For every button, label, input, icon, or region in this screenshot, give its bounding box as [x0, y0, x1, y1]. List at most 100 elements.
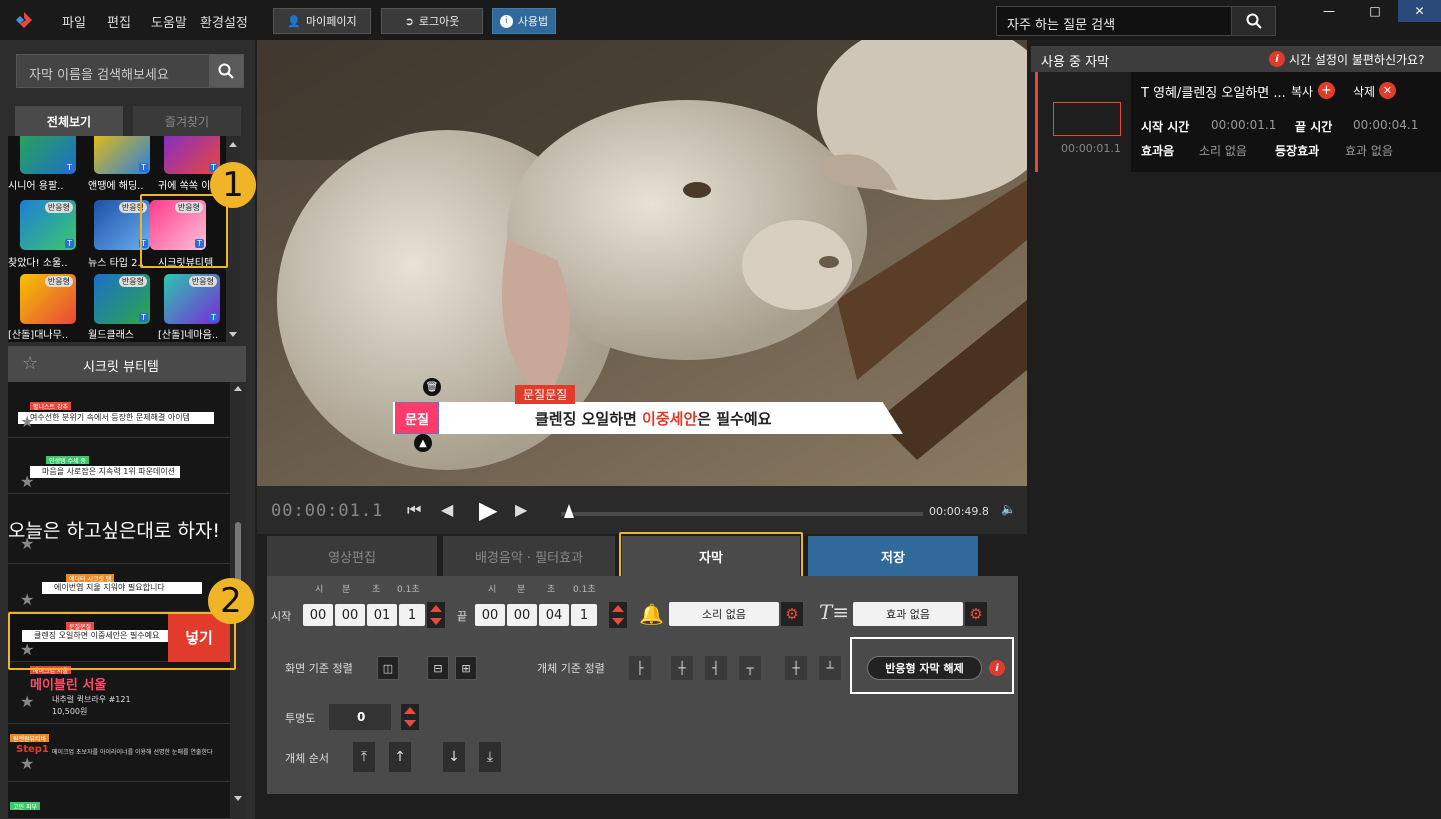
- entrance-effect-select[interactable]: 효과 없음: [853, 602, 963, 626]
- time-help-link[interactable]: 시간 설정이 불편하신가요?: [1289, 51, 1424, 68]
- scroll-up-arrow-icon[interactable]: [234, 386, 242, 391]
- align-center-h-icon[interactable]: ┼: [671, 656, 693, 680]
- used-subtitle-item[interactable]: 00:00:01.1 T 영혜/클렌징 오일하면 ... 복사 + 삭제 ✕ 시…: [1035, 72, 1441, 172]
- align-screen-center-icon[interactable]: ⊞: [455, 656, 477, 680]
- step-back-icon[interactable]: ◀: [441, 500, 453, 519]
- stepper-up-icon[interactable]: [430, 605, 442, 612]
- help-button[interactable]: i 사용법: [492, 8, 556, 34]
- start-hour-field[interactable]: 00: [303, 604, 333, 626]
- minimize-button[interactable]: —: [1306, 0, 1352, 22]
- send-backward-icon[interactable]: ↓: [443, 742, 465, 772]
- caption-logo[interactable]: 문질: [395, 402, 439, 434]
- star-icon[interactable]: ☆: [22, 353, 38, 374]
- tab-bgm-filter[interactable]: 배경음악 · 필터효과: [443, 536, 615, 576]
- opacity-field[interactable]: 0: [329, 704, 391, 730]
- menu-edit[interactable]: 편집: [107, 12, 131, 31]
- timeline-handle[interactable]: [564, 504, 574, 518]
- subtitle-search-input[interactable]: 자막 이름을 검색해보세요: [16, 54, 244, 88]
- template-thumb[interactable]: 반응형 T: [94, 274, 150, 324]
- stepper-up-icon[interactable]: [404, 707, 416, 714]
- stepper-down-icon[interactable]: [404, 720, 416, 727]
- scroll-down-arrow-icon[interactable]: [229, 332, 237, 337]
- menu-file[interactable]: 파일: [62, 12, 86, 31]
- align-screen-vertical-icon[interactable]: ⊟: [427, 656, 449, 680]
- mypage-button[interactable]: 👤 마이페이지: [273, 8, 371, 34]
- end-tenth-field[interactable]: 1: [571, 604, 597, 626]
- end-hour-field[interactable]: 00: [475, 604, 505, 626]
- menu-help[interactable]: 도움말: [151, 12, 187, 31]
- template-thumb[interactable]: 반응형 T: [20, 200, 76, 250]
- end-second-field[interactable]: 04: [539, 604, 569, 626]
- template-thumb[interactable]: T: [20, 136, 76, 174]
- align-top-icon[interactable]: ┬: [739, 656, 761, 680]
- effect-settings-gear-icon[interactable]: ⚙: [965, 602, 987, 626]
- stepper-down-icon[interactable]: [430, 618, 442, 625]
- maximize-button[interactable]: □: [1352, 0, 1398, 22]
- star-icon[interactable]: ★: [20, 590, 34, 609]
- align-middle-v-icon[interactable]: ┼: [785, 656, 807, 680]
- faq-search-input[interactable]: 자주 하는 질문 검색: [996, 6, 1276, 36]
- template-thumb[interactable]: T: [94, 136, 150, 174]
- flip-object-icon[interactable]: ▲: [414, 434, 432, 452]
- star-icon[interactable]: ★: [20, 692, 34, 711]
- stepper-down-icon[interactable]: [612, 618, 624, 625]
- sound-effect-select[interactable]: 소리 없음: [669, 602, 779, 626]
- template-thumb[interactable]: 반응형: [20, 274, 76, 324]
- tab-all[interactable]: 전체보기: [15, 106, 123, 136]
- scroll-down-arrow-icon[interactable]: [234, 796, 242, 801]
- bring-forward-icon[interactable]: ↑: [389, 742, 411, 772]
- sound-settings-gear-icon[interactable]: ⚙: [781, 602, 803, 626]
- align-bottom-icon[interactable]: ┴: [819, 656, 841, 680]
- tab-favorites[interactable]: 즐겨찾기: [133, 106, 241, 136]
- close-window-button[interactable]: ✕: [1398, 0, 1441, 22]
- template-thumb[interactable]: 반응형 T: [164, 274, 220, 324]
- video-preview[interactable]: 문질문질 클렌징 오일하면 이중세안은 필수예요 문질 🗑 ▲: [257, 40, 1027, 486]
- faq-search-button[interactable]: [1231, 7, 1275, 35]
- opacity-stepper[interactable]: [401, 704, 419, 730]
- align-right-icon[interactable]: ┤: [705, 656, 727, 680]
- skip-start-icon[interactable]: ⏮: [407, 500, 421, 520]
- start-time-stepper[interactable]: [427, 602, 445, 628]
- item-thumbnail[interactable]: [1053, 102, 1121, 136]
- scroll-up-arrow-icon[interactable]: [229, 142, 237, 147]
- star-icon[interactable]: ★: [20, 754, 34, 773]
- start-minute-field[interactable]: 00: [335, 604, 365, 626]
- list-item[interactable]: 에디터 시크릿 템 에이번엽 지울 지워야 필요합니다 ★: [8, 564, 230, 612]
- tab-save[interactable]: 저장: [808, 536, 978, 576]
- start-time-value[interactable]: 00:00:01.1: [1211, 118, 1276, 132]
- menu-settings[interactable]: 환경설정: [200, 12, 248, 31]
- star-icon[interactable]: ★: [20, 534, 34, 553]
- callout-number-2: 2: [208, 578, 254, 624]
- subtitle-search-button[interactable]: [209, 55, 243, 87]
- copy-plus-icon[interactable]: +: [1318, 82, 1335, 99]
- list-item[interactable]: 메이크업 서울 메이블린 서울 내추럴 퀵브라우 #121 10,500원 ★: [8, 662, 230, 724]
- end-time-stepper[interactable]: [609, 602, 627, 628]
- start-tenth-field[interactable]: 1: [399, 604, 425, 626]
- delete-x-icon[interactable]: ✕: [1379, 82, 1396, 99]
- list-item[interactable]: 고민 피부: [8, 782, 230, 819]
- play-icon[interactable]: ▶: [479, 496, 497, 524]
- timeline-slider[interactable]: [561, 512, 923, 516]
- align-left-icon[interactable]: ├: [629, 656, 651, 680]
- list-item[interactable]: 오늘은 하고싶은대로 하자! ★: [8, 494, 230, 564]
- tab-video-edit[interactable]: 영상편집: [267, 536, 437, 576]
- delete-object-icon[interactable]: 🗑: [423, 378, 441, 396]
- opacity-label: 투명도: [285, 712, 316, 725]
- end-minute-field[interactable]: 00: [507, 604, 537, 626]
- step-forward-icon[interactable]: ▶: [515, 500, 527, 519]
- info-icon[interactable]: i: [1269, 51, 1285, 67]
- end-time-value[interactable]: 00:00:04.1: [1353, 118, 1418, 132]
- list-item[interactable]: 원앤원뷰티바 Step1 메이크업 초보자를 아이라이너를 이용해 선명한 눈매…: [8, 724, 230, 782]
- logout-button[interactable]: ➲ 로그아웃: [381, 8, 483, 34]
- template-thumb[interactable]: T: [164, 136, 220, 174]
- send-to-back-icon[interactable]: ⤓: [479, 742, 501, 772]
- list-item[interactable]: 혈니스트 강추 여수선한 분위기 속에서 등장한 문제해결 아이템 ★: [8, 382, 230, 438]
- bring-to-front-icon[interactable]: ⤒: [353, 742, 375, 772]
- star-icon[interactable]: ★: [20, 472, 34, 491]
- stepper-up-icon[interactable]: [612, 605, 624, 612]
- star-icon[interactable]: ★: [20, 412, 34, 431]
- start-second-field[interactable]: 01: [367, 604, 397, 626]
- align-screen-horizontal-icon[interactable]: ◫: [377, 656, 399, 680]
- list-item[interactable]: 인생템 수세 중 마음을 사로잡은 지속력 1위 파운데이션 ★: [8, 438, 230, 494]
- volume-icon[interactable]: 🔈: [1001, 502, 1016, 516]
